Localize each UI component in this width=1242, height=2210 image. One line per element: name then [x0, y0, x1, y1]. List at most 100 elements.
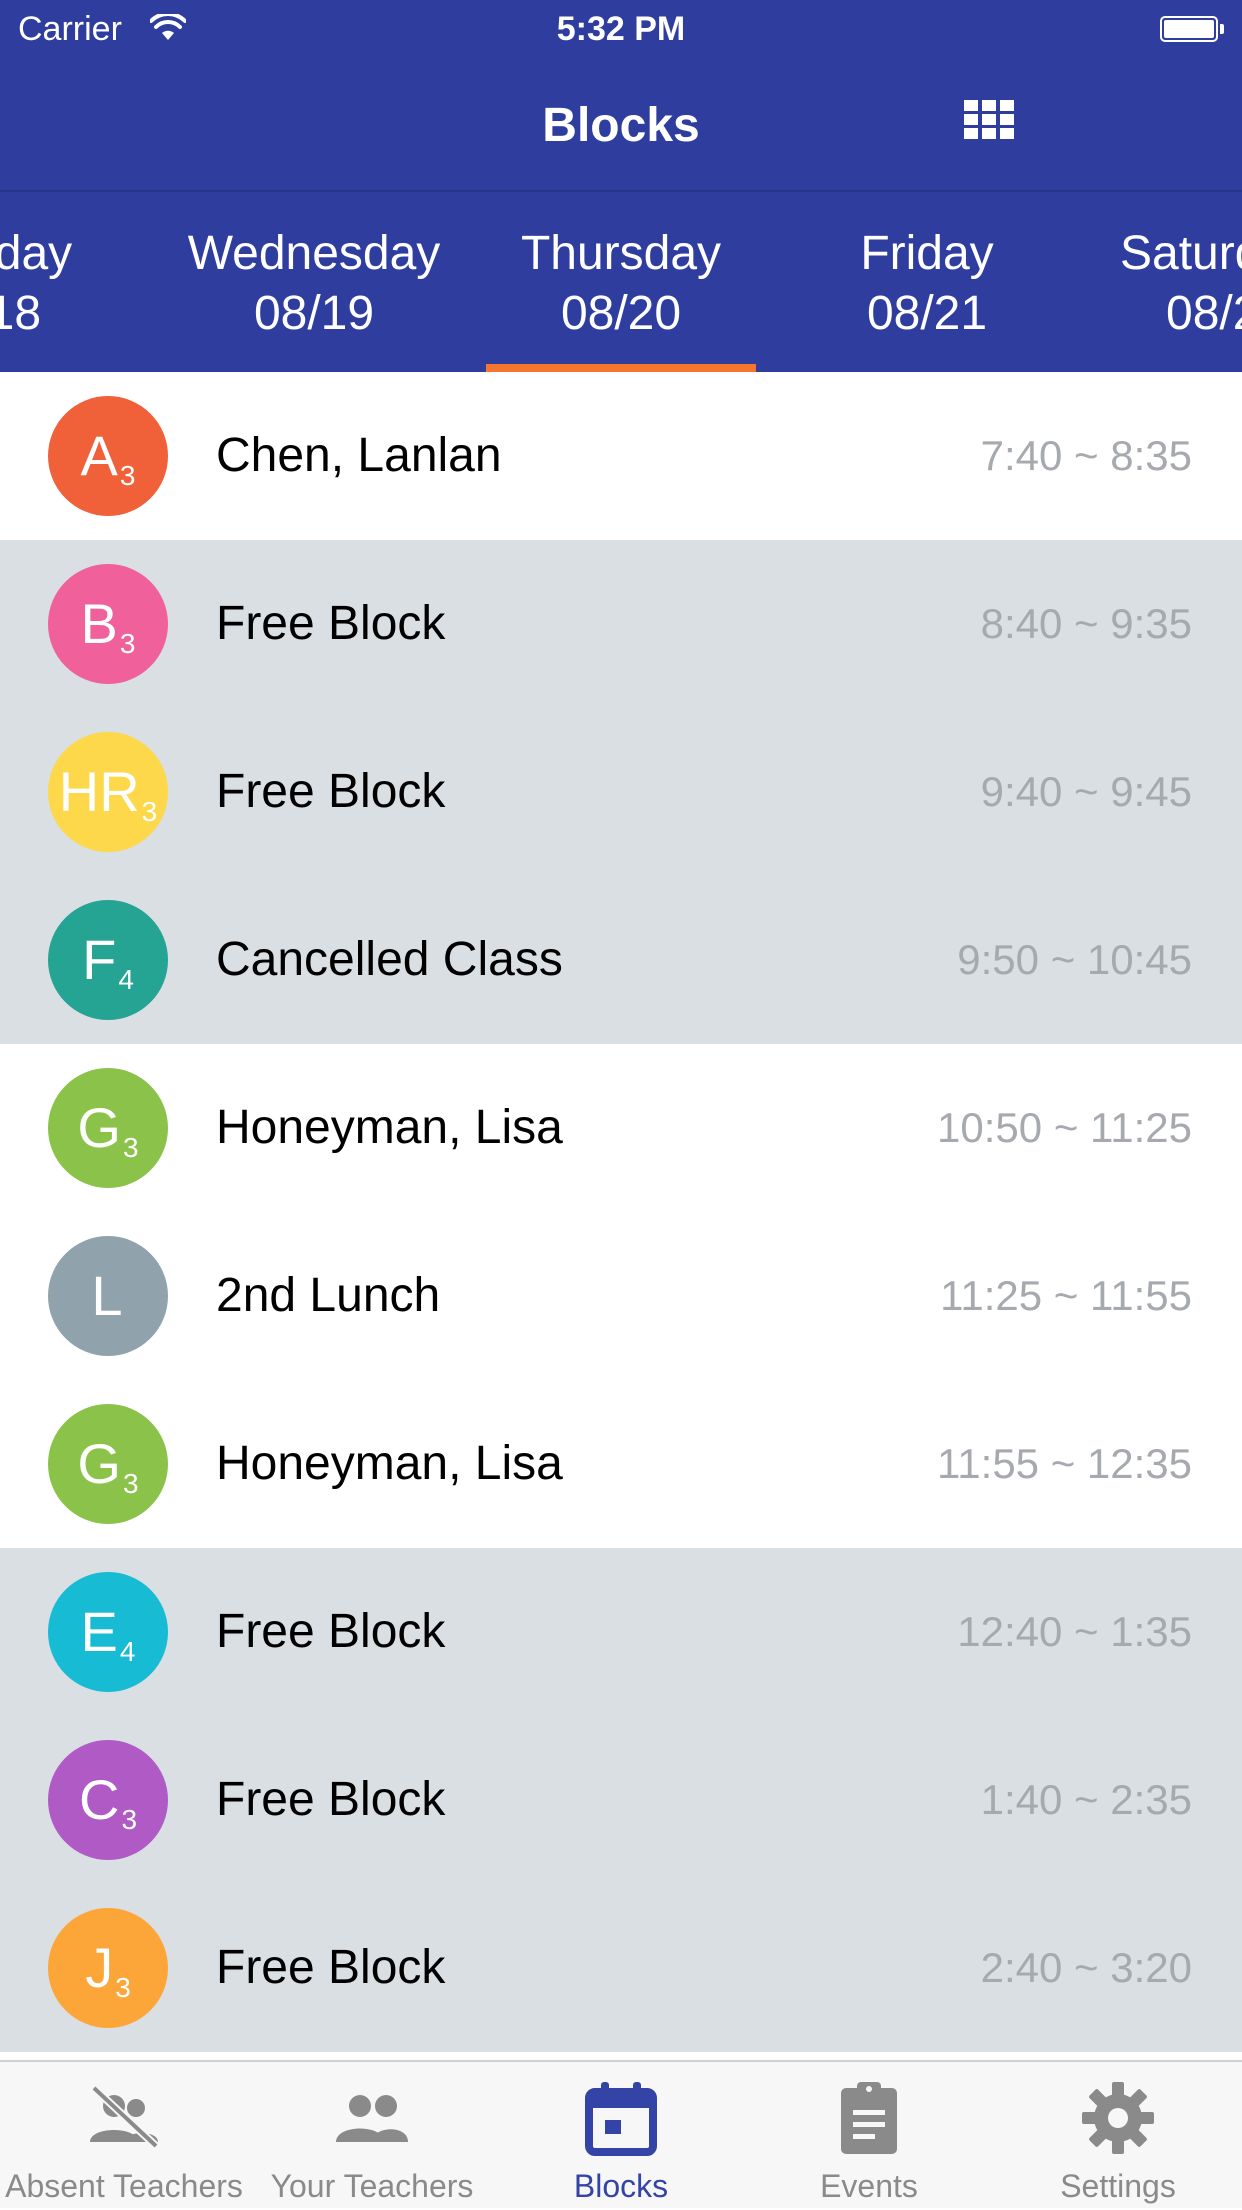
- block-title: Honeyman, Lisa: [216, 1437, 563, 1490]
- block-title: Free Block: [216, 765, 446, 818]
- day-date: 08/21: [866, 287, 988, 340]
- tab-label: Settings: [1060, 2168, 1176, 2204]
- tab-blocks[interactable]: Blocks: [497, 2062, 745, 2210]
- block-number: 4: [118, 964, 134, 995]
- block-time: 11:55 ~ 12:35: [937, 1440, 1192, 1487]
- block-row[interactable]: J3 Free Block 2:40 ~ 3:20: [0, 1884, 1242, 2052]
- block-title: Free Block: [216, 597, 446, 650]
- block-letter: L: [91, 1264, 123, 1327]
- absent-teachers-icon: [90, 2085, 159, 2149]
- tab-label: Blocks: [573, 2168, 669, 2204]
- block-row[interactable]: A3 Chen, Lanlan 7:40 ~ 8:35: [0, 372, 1242, 540]
- day-date: 08/19: [253, 287, 375, 340]
- block-time: 8:40 ~ 9:35: [980, 600, 1192, 647]
- block-number: 3: [119, 628, 136, 659]
- block-avatar: L: [48, 1236, 168, 1356]
- tab-bar: Absent Teachers Your Teachers Blocks Eve…: [0, 2060, 1242, 2208]
- block-row[interactable]: B3 Free Block 8:40 ~ 9:35: [0, 540, 1242, 708]
- tab-absent-teachers[interactable]: Absent Teachers: [0, 2062, 248, 2210]
- day-date: 08/20: [560, 287, 682, 340]
- grid-view-button[interactable]: [964, 100, 1024, 150]
- block-letter: J: [85, 1936, 114, 1999]
- day-name: Thursday: [520, 227, 722, 280]
- day-tab-saturday[interactable]: Saturday 08/22: [1120, 224, 1242, 344]
- block-letter: F: [82, 928, 117, 991]
- selected-day-indicator: [486, 364, 756, 372]
- block-row[interactable]: F4 Cancelled Class 9:50 ~ 10:45: [0, 876, 1242, 1044]
- tab-label: Absent Teachers: [5, 2168, 243, 2204]
- block-avatar: F4: [48, 900, 168, 1020]
- day-name: Friday: [860, 227, 994, 280]
- block-row[interactable]: L 2nd Lunch 11:25 ~ 11:55: [0, 1212, 1242, 1380]
- block-avatar: A3: [48, 396, 168, 516]
- block-letter: HR: [58, 760, 140, 823]
- block-title: Honeyman, Lisa: [216, 1101, 563, 1154]
- block-time: 9:40 ~ 9:45: [980, 768, 1192, 815]
- block-time: 1:40 ~ 2:35: [980, 1776, 1192, 1823]
- block-row[interactable]: G3 Honeyman, Lisa 10:50 ~ 11:25: [0, 1044, 1242, 1212]
- clipboard-icon: [841, 2082, 897, 2154]
- day-name: Tuesday: [0, 227, 73, 280]
- tab-events[interactable]: Events: [745, 2062, 993, 2210]
- block-letter: C: [78, 1768, 120, 1831]
- block-row[interactable]: C3 Free Block 1:40 ~ 2:35: [0, 1716, 1242, 1884]
- block-time: 9:50 ~ 10:45: [957, 936, 1192, 983]
- block-time: 12:40 ~ 1:35: [957, 1608, 1192, 1655]
- block-title: 2nd Lunch: [216, 1269, 441, 1322]
- block-number: 3: [121, 1804, 138, 1835]
- block-row[interactable]: G3 Honeyman, Lisa 11:55 ~ 12:35: [0, 1380, 1242, 1548]
- block-list: A3 Chen, Lanlan 7:40 ~ 8:35 B3 Free Block 8:4…: [0, 372, 1242, 2052]
- block-letter: G: [77, 1432, 121, 1495]
- your-teachers-icon: [336, 2095, 408, 2142]
- block-title: Free Block: [216, 1941, 446, 1994]
- block-avatar: HR3: [48, 732, 168, 852]
- page-title: Blocks: [542, 99, 700, 152]
- block-letter: B: [80, 592, 118, 655]
- block-number: 3: [119, 460, 136, 491]
- day-tab-wednesday[interactable]: Wednesday 08/19: [169, 224, 459, 344]
- calendar-icon: [585, 2082, 657, 2156]
- status-time: 5:32 PM: [556, 10, 686, 48]
- block-number: 3: [141, 796, 158, 827]
- tab-label: Your Teachers: [270, 2168, 474, 2204]
- block-time: 2:40 ~ 3:20: [980, 1944, 1192, 1991]
- block-number: 3: [122, 1132, 139, 1163]
- block-letter: E: [80, 1600, 118, 1663]
- tab-settings[interactable]: Settings: [994, 2062, 1242, 2210]
- block-row[interactable]: E4 Free Block 12:40 ~ 1:35: [0, 1548, 1242, 1716]
- day-tab-tuesday[interactable]: Tuesday 08/18: [0, 224, 126, 344]
- tab-label: Events: [820, 2168, 918, 2204]
- day-date: 08/22: [1166, 287, 1242, 340]
- block-avatar: J3: [48, 1908, 168, 2028]
- block-title: Free Block: [216, 1773, 446, 1826]
- nav-bar: Blocks: [0, 64, 1242, 476]
- block-title: Cancelled Class: [216, 933, 563, 986]
- gear-icon: [1082, 2082, 1154, 2154]
- block-number: 3: [115, 1972, 131, 2003]
- block-number: 3: [122, 1468, 139, 1499]
- day-name: Saturday: [1120, 227, 1242, 280]
- block-time: 7:40 ~ 8:35: [980, 432, 1192, 479]
- block-title: Chen, Lanlan: [216, 429, 502, 482]
- block-letter: A: [80, 424, 118, 487]
- block-avatar: B3: [48, 564, 168, 684]
- block-avatar: G3: [48, 1404, 168, 1524]
- block-title: Free Block: [216, 1605, 446, 1658]
- block-row[interactable]: HR3 Free Block 9:40 ~ 9:45: [0, 708, 1242, 876]
- app-header: Carrier 5:32 PM Blocks day 18 Wednesday …: [0, 0, 1242, 476]
- grid-view-icon: [964, 100, 1014, 139]
- day-tab-friday[interactable]: Friday 08/21: [782, 224, 1072, 344]
- day-tab-thursday[interactable]: Thursday 08/20: [476, 224, 766, 344]
- block-letter: G: [77, 1096, 121, 1159]
- block-avatar: G3: [48, 1068, 168, 1188]
- tab-your-teachers[interactable]: Your Teachers: [248, 2062, 496, 2210]
- block-avatar: E4: [48, 1572, 168, 1692]
- block-time: 11:25 ~ 11:55: [940, 1272, 1192, 1319]
- day-date: 08/18: [0, 287, 42, 340]
- battery-icon: [1160, 16, 1224, 44]
- day-selector: Tuesday 08/18 Wednesday 08/19 Thursday 0…: [0, 192, 1242, 372]
- block-time: 10:50 ~ 11:25: [937, 1104, 1192, 1151]
- block-avatar: C3: [48, 1740, 168, 1860]
- block-number: 4: [119, 1636, 136, 1667]
- day-name: Wednesday: [187, 227, 441, 280]
